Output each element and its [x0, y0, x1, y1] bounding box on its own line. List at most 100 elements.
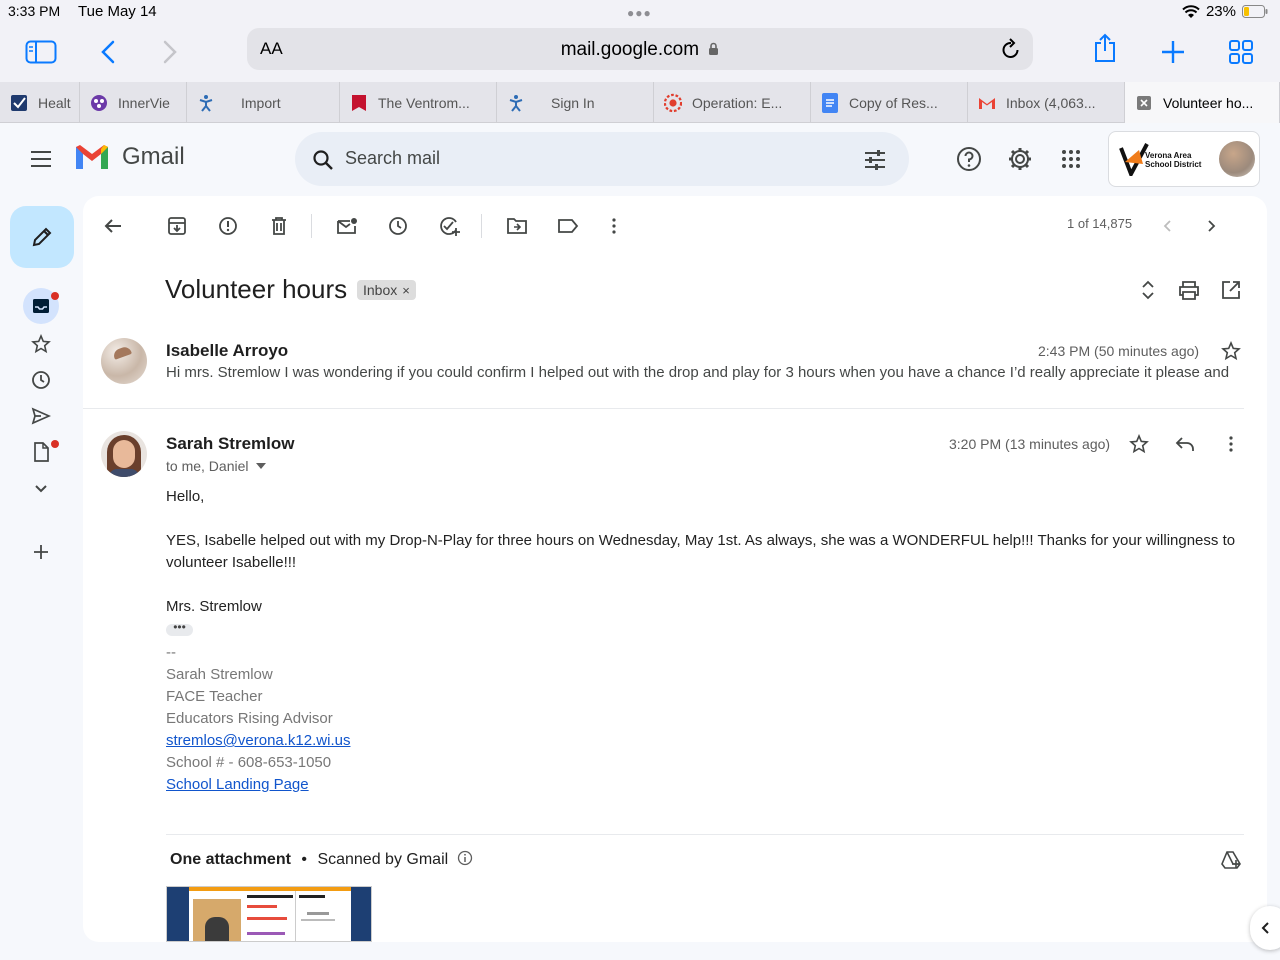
account-switcher[interactable]: Verona Area School District [1108, 131, 1260, 187]
compose-button[interactable] [10, 206, 74, 268]
message-time: 3:20 PM (13 minutes ago) [949, 436, 1111, 452]
search-options-icon[interactable] [863, 149, 887, 171]
tab-label: The Ventrom... [378, 94, 470, 111]
toolbar-divider [481, 214, 482, 238]
tab-label: Volunteer ho... [1163, 94, 1254, 111]
checkbox-icon [10, 94, 28, 112]
recipients-text: to me, Daniel [166, 458, 249, 474]
tab-overview-icon[interactable] [1223, 34, 1259, 70]
account-avatar[interactable] [1219, 141, 1255, 177]
show-trimmed-content-button[interactable]: ••• [166, 621, 193, 636]
signature-dashes: -- [166, 644, 176, 661]
reload-icon[interactable] [1001, 38, 1021, 60]
signature-landing-row: School Landing Page [166, 774, 309, 796]
nav-add-label[interactable] [23, 534, 59, 570]
open-in-new-window-icon[interactable] [1213, 272, 1249, 308]
move-to-folder-icon[interactable] [499, 208, 535, 244]
url-display[interactable]: mail.google.com [247, 39, 1033, 61]
print-icon[interactable] [1171, 272, 1207, 308]
inbox-label-chip[interactable]: Inbox × [357, 280, 416, 300]
multitasking-dots-icon[interactable]: ●●● [627, 6, 652, 20]
forward-chevron-icon[interactable] [152, 34, 188, 70]
tab-label: Healt [38, 94, 71, 111]
attachment-thumbnail[interactable] [166, 886, 372, 942]
tab-volunteer-hours[interactable]: Volunteer ho... [1125, 82, 1280, 123]
signature-role: Educators Rising Advisor [166, 710, 333, 727]
back-arrow-icon[interactable] [95, 208, 131, 244]
archive-icon[interactable] [159, 208, 195, 244]
inbox-icon [33, 299, 49, 313]
address-bar[interactable]: AA mail.google.com [247, 28, 1033, 70]
search-input[interactable]: Search mail [345, 148, 440, 169]
tab-health[interactable]: Healt [0, 82, 80, 123]
message-greeting: Hello, [166, 488, 205, 505]
sender-avatar[interactable] [101, 431, 147, 477]
nav-sent[interactable] [23, 398, 59, 434]
tab-label: Import [241, 94, 281, 111]
share-icon[interactable] [1087, 30, 1123, 66]
close-icon[interactable] [1135, 94, 1153, 112]
search-icon[interactable] [312, 149, 334, 171]
sender-name[interactable]: Sarah Stremlow [166, 434, 295, 454]
save-to-drive-icon[interactable] [1213, 842, 1249, 878]
signature-title: FACE Teacher [166, 688, 263, 705]
battery-icon [1242, 5, 1268, 18]
message-snippet[interactable]: Hi mrs. Stremlow I was wondering if you … [166, 364, 1229, 381]
plus-icon [34, 545, 48, 559]
scanned-by-gmail: Scanned by Gmail [317, 851, 449, 868]
caret-down-icon [256, 463, 267, 469]
new-tab-plus-icon[interactable] [1155, 34, 1191, 70]
older-chevron-icon[interactable] [1194, 208, 1230, 244]
nav-starred[interactable] [23, 326, 59, 362]
message-panel: 1 of 14,875 Volunteer hours Inbox × Isab… [83, 196, 1267, 942]
nav-snoozed[interactable] [23, 362, 59, 398]
chevron-down-icon [35, 485, 47, 493]
mark-unread-icon[interactable] [329, 208, 365, 244]
signature-phone: School # - 608-653-1050 [166, 754, 332, 771]
nav-more[interactable] [23, 471, 59, 507]
tab-inbox[interactable]: Inbox (4,063... [968, 82, 1125, 123]
message-more-icon[interactable] [1213, 426, 1249, 462]
info-icon[interactable] [457, 850, 473, 866]
recipients-details[interactable]: to me, Daniel [166, 458, 267, 474]
message-time: 2:43 PM (50 minutes ago) [1038, 343, 1200, 359]
snooze-clock-icon[interactable] [380, 208, 416, 244]
tab-ventrom[interactable]: The Ventrom... [340, 82, 497, 123]
school-landing-link[interactable]: School Landing Page [166, 776, 309, 793]
tab-label: Inbox (4,063... [1006, 94, 1096, 111]
tab-innerview[interactable]: InnerVie [80, 82, 187, 123]
apps-grid-icon[interactable] [1051, 139, 1091, 179]
reply-icon[interactable] [1167, 426, 1203, 462]
figure-icon [197, 94, 215, 112]
settings-gear-icon[interactable] [1000, 139, 1040, 179]
sidebar-toggle-icon[interactable] [23, 34, 59, 70]
tab-label: InnerVie [118, 94, 170, 111]
search-bar[interactable]: Search mail [295, 132, 909, 186]
star-icon[interactable] [1121, 426, 1157, 462]
tab-copy-of-res[interactable]: Copy of Res... [811, 82, 968, 123]
expand-all-icon[interactable] [1130, 272, 1166, 308]
report-spam-icon[interactable] [210, 208, 246, 244]
add-task-icon[interactable] [431, 208, 467, 244]
main-menu-icon[interactable] [21, 139, 61, 179]
signature-email-link[interactable]: stremlos@verona.k12.wi.us [166, 732, 350, 749]
inbox-unread-badge [51, 292, 59, 300]
gmail-logo[interactable]: Gmail [74, 143, 185, 171]
browser-tab-strip: Healt InnerVie Import The Ventrom... Sig… [0, 82, 1280, 123]
tab-operation[interactable]: Operation: E... [654, 82, 811, 123]
attachments-header: One attachment • Scanned by Gmail [170, 850, 473, 869]
newer-chevron-icon[interactable] [1149, 208, 1185, 244]
more-options-icon[interactable] [596, 208, 632, 244]
back-chevron-icon[interactable] [90, 34, 126, 70]
tab-sign-in[interactable]: Sign In [497, 82, 654, 123]
help-icon[interactable] [949, 139, 989, 179]
tab-import[interactable]: Import [187, 82, 340, 123]
sender-avatar[interactable] [101, 338, 147, 384]
draft-file-icon [34, 442, 49, 462]
sender-name[interactable]: Isabelle Arroyo [166, 341, 288, 361]
delete-trash-icon[interactable] [261, 208, 297, 244]
remove-label-icon[interactable]: × [402, 283, 410, 298]
label-tag-icon[interactable] [550, 208, 586, 244]
message-paragraph: YES, Isabelle helped out with my Drop-N-… [166, 532, 1236, 571]
side-panel-toggle[interactable] [1250, 906, 1280, 950]
